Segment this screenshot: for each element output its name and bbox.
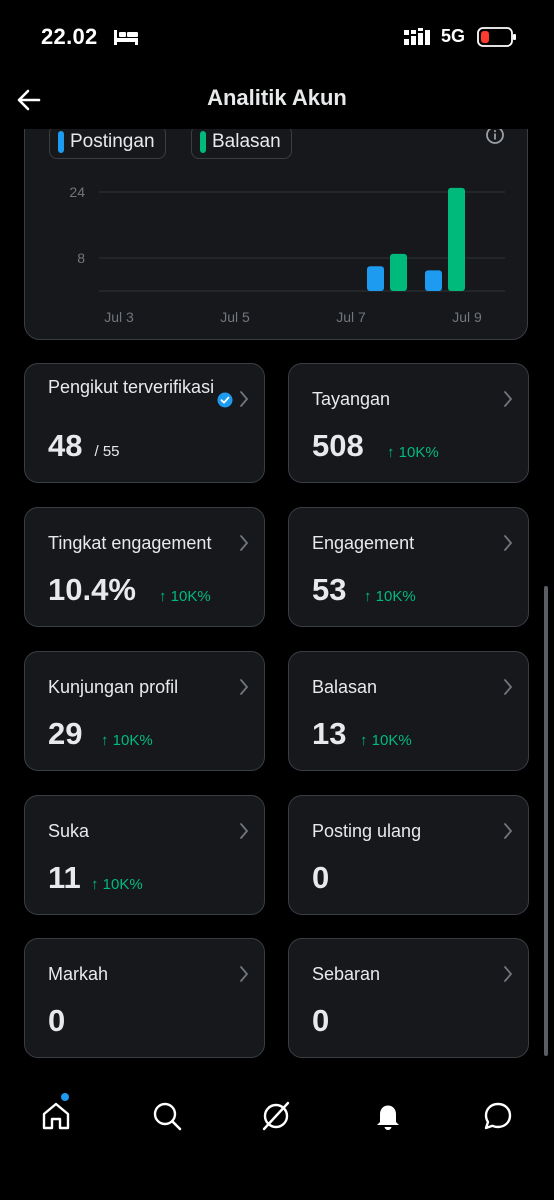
stat-label: Markah (48, 964, 109, 984)
chevron-right-icon (504, 679, 513, 695)
stat-value: 0 (48, 1003, 66, 1038)
stat-change: ↑ 10K% (364, 588, 416, 605)
notification-dot (61, 1093, 69, 1101)
stat-value: 508 (312, 428, 364, 463)
page-title: Analitik Akun (207, 85, 347, 110)
bar-posts (367, 266, 384, 291)
x-tick-label: Jul 5 (220, 309, 250, 325)
status-time: 22.02 (41, 24, 98, 49)
chevron-right-icon (240, 679, 249, 695)
search-icon[interactable] (151, 1100, 183, 1132)
stat-label: Balasan (312, 677, 378, 697)
chevron-right-icon (504, 391, 513, 407)
chevron-right-icon (240, 823, 249, 839)
bar-posts (425, 270, 442, 291)
stat-value: 29 (48, 716, 83, 751)
stat-change: ↑ 10K% (387, 444, 439, 461)
stat-label: Suka (48, 821, 90, 841)
stat-label: Posting ulang (312, 821, 422, 841)
stat-card-bookmarks[interactable]: Markah 0 (24, 938, 265, 1058)
chevron-right-icon (240, 535, 249, 551)
battery-icon (477, 27, 516, 47)
stat-label: Sebaran (312, 964, 381, 984)
y-tick-label: 24 (69, 184, 85, 200)
y-tick-label: 8 (77, 250, 85, 266)
x-tick-label: Jul 9 (452, 309, 482, 325)
chart-card: Postingan Balasan 8 24 Jul 3 Jul 5 Jul 7 Jul … (24, 100, 528, 340)
bar-chart: 8 24 Jul 3 Jul 5 Jul 7 Jul 9 (69, 184, 505, 325)
grok-icon[interactable] (260, 1100, 292, 1132)
signal-icon (404, 28, 430, 45)
stat-label: Tingkat engagement (48, 533, 212, 553)
bed-icon (114, 30, 138, 45)
stat-card-engagement-rate[interactable]: Tingkat engagement 10.4% ↑ 10K% (24, 507, 265, 627)
stat-sub-total: / 55 (94, 443, 120, 460)
stat-value: 11 (48, 860, 81, 895)
chevron-right-icon (504, 823, 513, 839)
status-bar: 22.02 5G (0, 0, 554, 75)
stat-value: 10.4% (48, 572, 136, 607)
messages-icon[interactable] (482, 1100, 514, 1132)
stat-card-verified-followers[interactable]: Pengikut terverifikasi 48/ 55 (24, 363, 265, 483)
stat-value: 0 (312, 1003, 330, 1038)
stat-value: 0 (312, 860, 330, 895)
stat-label: Kunjungan profil (48, 677, 179, 697)
network-type: 5G (441, 26, 466, 46)
stat-value: 13 (312, 716, 347, 751)
stat-card-reposts[interactable]: Posting ulang 0 (288, 795, 529, 915)
stat-card-shares[interactable]: Sebaran 0 (288, 938, 529, 1058)
stat-change: ↑ 10K% (101, 732, 153, 749)
bell-icon[interactable] (372, 1100, 404, 1132)
chevron-right-icon (504, 966, 513, 982)
stat-label: Engagement (312, 533, 415, 553)
scrollbar[interactable] (544, 586, 548, 1056)
stat-value: 53 (312, 572, 347, 607)
top-app-bar: Analitik Akun (0, 75, 554, 127)
verified-badge-icon (217, 392, 233, 408)
chevron-right-icon (504, 535, 513, 551)
stat-label: Tayangan (312, 389, 391, 409)
stat-change: ↑ 10K% (159, 588, 211, 605)
bottom-nav (0, 1080, 554, 1200)
x-tick-label: Jul 3 (104, 309, 134, 325)
stat-card-impressions[interactable]: Tayangan 508 ↑ 10K% (288, 363, 529, 483)
chevron-right-icon (240, 391, 249, 407)
stat-card-replies[interactable]: Balasan 13 ↑ 10K% (288, 651, 529, 771)
stat-value: 48/ 55 (48, 428, 120, 463)
stat-label: Pengikut terverifikasi (48, 377, 215, 397)
stat-card-profile-visits[interactable]: Kunjungan profil 29 ↑ 10K% (24, 651, 265, 771)
stat-card-likes[interactable]: Suka 11 ↑ 10K% (24, 795, 265, 915)
stat-change: ↑ 10K% (91, 876, 143, 893)
stat-change: ↑ 10K% (360, 732, 412, 749)
bar-replies (448, 187, 465, 291)
bar-replies (390, 253, 407, 291)
chevron-right-icon (240, 966, 249, 982)
home-icon[interactable] (40, 1100, 72, 1132)
x-tick-label: Jul 7 (336, 309, 366, 325)
stat-card-engagement[interactable]: Engagement 53 ↑ 10K% (288, 507, 529, 627)
